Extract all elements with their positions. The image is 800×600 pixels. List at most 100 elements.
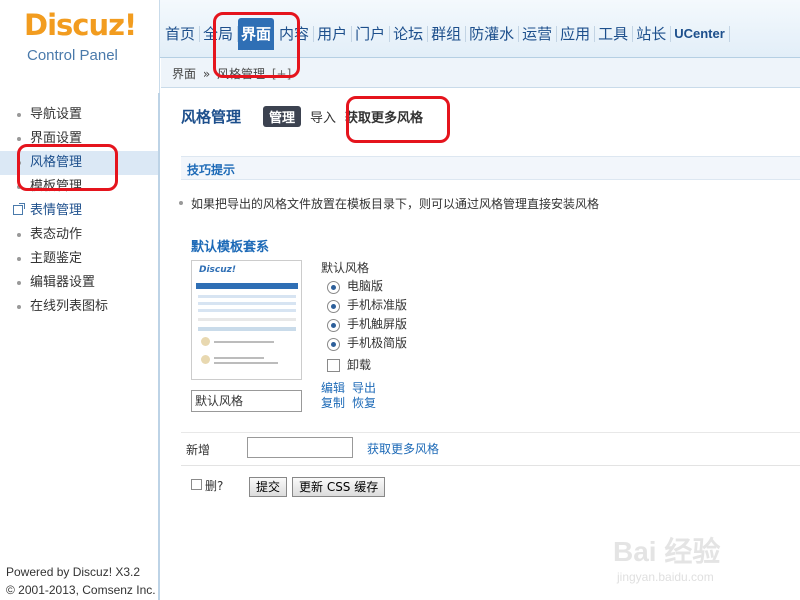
breadcrumb-separator: » [202,67,211,81]
nav-label: 群组 [431,25,462,43]
breadcrumb-section[interactable]: 界面 [172,67,196,81]
nav-label: 工具 [598,25,629,43]
tips-title: 技巧提示 [187,163,236,177]
nav-global[interactable]: 全局 [200,18,239,50]
delete-checkbox[interactable] [191,479,202,490]
nav-content[interactable]: 内容 [276,18,315,50]
sidebar-item-label: 模板管理 [30,179,83,194]
nav-home[interactable]: 首页 [162,18,201,50]
nav-label: UCenter [674,26,725,41]
sidebar-item-label: 界面设置 [30,131,83,146]
thumbnail-row [198,302,296,305]
bullet-icon [17,137,21,141]
sidebar-item-label: 主题鉴定 [30,251,83,266]
uninstall-checkbox[interactable]: 卸载 [321,353,407,377]
sidebar-item-label: 风格管理 [30,155,83,170]
nav-users[interactable]: 用户 [314,18,353,50]
nav-label: 站长 [636,25,667,43]
footer: Powered by Discuz! X3.2 © 2001-2013, Com… [6,563,156,599]
logo-brand: Discuz! [24,8,137,42]
default-style-label: 默认风格 [321,261,370,275]
bullet-icon [17,257,21,261]
copy-link[interactable]: 复制 [321,396,345,410]
nav-tools[interactable]: 工具 [595,18,634,50]
style-preview-thumbnail[interactable]: Discuz! [191,260,302,380]
nav-operations[interactable]: 运营 [519,18,558,50]
nav-label: 应用 [560,25,591,43]
main-nav: 首页 全局 界面 内容 用户 门户 论坛 群组 防灌水 运营 应用 工具 站长 … [162,18,730,50]
radio-mobile-standard[interactable]: 手机标准版 [321,296,407,315]
nav-antispam[interactable]: 防灌水 [466,18,520,50]
bullet-icon [17,185,21,189]
sidebar-item-style-manager[interactable]: 风格管理 [0,151,158,175]
thumbnail-row [198,327,296,331]
baidu-watermark: Bai 经验 jingyan.baidu.com [613,518,793,598]
breadcrumb: 界面 » 风格管理 [+] [172,65,294,82]
sidebar-item-thread-stamps[interactable]: 主题鉴定 [0,247,158,271]
tab-import[interactable]: 导入 [310,107,336,126]
nav-forum[interactable]: 论坛 [390,18,429,50]
tip-text: 如果把导出的风格文件放置在模板目录下，则可以通过风格管理直接安装风格 [178,197,600,211]
template-package-title: 默认模板套系 [191,240,270,255]
new-style-input[interactable] [247,437,353,458]
tips-header: 技巧提示 [181,156,800,180]
breadcrumb-page: 风格管理 [217,67,266,81]
sidebar: 导航设置 界面设置 风格管理 模板管理 表情管理 表态动作 主题鉴定 编辑器设置… [0,93,160,600]
watermark-url: jingyan.baidu.com [617,570,714,584]
style-actions: 编辑 导出 复制 恢复 [321,381,383,411]
nav-admin[interactable]: 站长 [633,18,672,50]
default-style-options: 默认风格 电脑版 手机标准版 手机触屏版 手机极简版 卸载 [321,260,407,377]
bullet-icon [17,233,21,237]
thumbnail-forum-icon [201,337,210,346]
restore-link[interactable]: 恢复 [352,396,376,410]
sidebar-item-ui-settings[interactable]: 界面设置 [0,127,158,151]
bullet-icon [17,113,21,117]
tab-manage[interactable]: 管理 [263,106,302,127]
watermark-logo: Bai 经验 [613,536,721,567]
nav-interface[interactable]: 界面 [238,18,275,50]
nav-apps[interactable]: 应用 [557,18,596,50]
thumbnail-row [198,295,296,298]
copyright: © 2001-2013, Comsenz Inc. [6,583,156,597]
get-more-styles-link[interactable]: 获取更多风格 [367,440,439,457]
breadcrumb-bar: 界面 » 风格管理 [+] [161,58,800,88]
nav-label: 论坛 [393,25,424,43]
radio-mobile-touch[interactable]: 手机触屏版 [321,315,407,334]
sidebar-item-reactions[interactable]: 表态动作 [0,223,158,247]
nav-label: 用户 [317,25,348,43]
sidebar-item-label: 表情管理 [30,203,83,218]
sidebar-item-label: 导航设置 [30,107,83,122]
sidebar-item-editor-settings[interactable]: 编辑器设置 [0,271,158,295]
nav-label: 全局 [203,25,234,43]
thumbnail-line [214,362,278,364]
update-css-cache-button[interactable]: 更新 CSS 缓存 [292,477,386,497]
thumbnail-line [214,341,274,343]
add-shortcut-button[interactable]: [+] [272,67,291,81]
style-name-input[interactable]: 默认风格 [191,390,302,412]
sidebar-item-online-icons[interactable]: 在线列表图标 [0,295,158,319]
divider [181,465,800,466]
radio-pc[interactable]: 电脑版 [321,277,407,296]
tab-get-more-styles[interactable]: 获取更多风格 [345,107,423,126]
thumbnail-line [214,357,264,359]
nav-label: 运营 [522,25,553,43]
submit-button[interactable]: 提交 [249,477,288,497]
page-title: 风格管理 [181,108,242,126]
divider [181,432,800,433]
nav-ucenter[interactable]: UCenter [671,18,730,50]
nav-portal[interactable]: 门户 [352,18,391,50]
edit-link[interactable]: 编辑 [321,381,345,395]
nav-groups[interactable]: 群组 [428,18,467,50]
sidebar-item-emoticons[interactable]: 表情管理 [0,199,158,223]
sidebar-item-template-manager[interactable]: 模板管理 [0,175,158,199]
nav-label: 门户 [355,25,386,43]
radio-mobile-simple[interactable]: 手机极简版 [321,334,407,353]
powered-by: Powered by Discuz! X3.2 [6,565,141,579]
bullet-icon [17,161,21,165]
export-link[interactable]: 导出 [352,381,376,395]
nav-label: 内容 [279,25,310,43]
thumbnail-navbar [196,283,298,289]
bullet-icon [17,281,21,285]
sidebar-item-nav-settings[interactable]: 导航设置 [0,103,158,127]
logo[interactable]: Discuz! Control Panel [0,0,160,93]
